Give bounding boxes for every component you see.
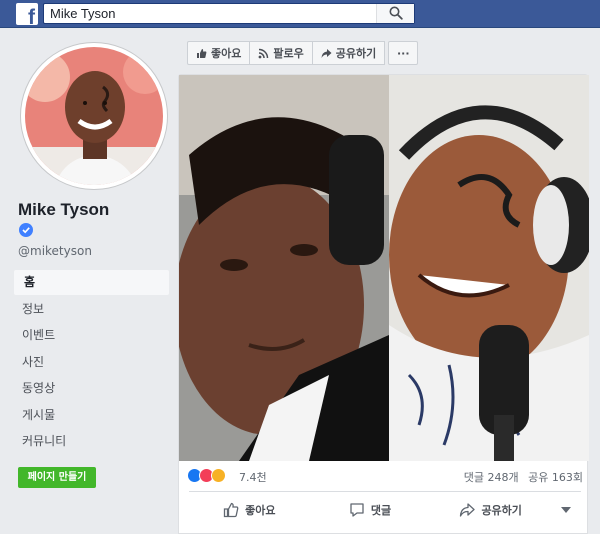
nav-item-photos[interactable]: 사진 bbox=[14, 350, 169, 375]
caret-down-icon bbox=[561, 507, 572, 513]
nav-item-home[interactable]: 홈 bbox=[14, 270, 169, 295]
follow-label: 팔로우 bbox=[273, 47, 304, 60]
thumbs-up-icon bbox=[197, 48, 207, 58]
post-action-bar: 좋아요 댓글 공유하기 bbox=[189, 495, 581, 525]
reaction-summary[interactable] bbox=[187, 468, 226, 483]
rss-icon bbox=[258, 48, 269, 58]
nav-item-videos[interactable]: 동영상 bbox=[14, 376, 169, 401]
follow-button[interactable]: 팔로우 bbox=[249, 41, 313, 65]
left-sidebar: Mike Tyson @miketyson 홈 정보 이벤트 사진 동영상 게시… bbox=[0, 28, 176, 534]
share-count[interactable]: 공유 163회 bbox=[528, 471, 583, 484]
main-column: 좋아요 팔로우 공유하기 ··· 7.4천 댓글 248개 공유 163회 좋아… bbox=[178, 28, 590, 534]
nav-item-posts[interactable]: 게시물 bbox=[14, 403, 169, 428]
post-card: 7.4천 댓글 248개 공유 163회 좋아요 댓글 공유하기 bbox=[178, 74, 589, 534]
nav-item-community[interactable]: 커뮤니티 bbox=[14, 429, 169, 454]
comment-icon bbox=[350, 503, 364, 517]
nav-item-about[interactable]: 정보 bbox=[14, 297, 169, 322]
like-page-label: 좋아요 bbox=[211, 47, 242, 60]
page-scrollbar[interactable] bbox=[592, 28, 600, 534]
share-page-label: 공유하기 bbox=[335, 47, 377, 60]
search-button[interactable] bbox=[376, 4, 414, 23]
page-nav: 홈 정보 이벤트 사진 동영상 게시물 커뮤니티 bbox=[14, 270, 169, 456]
post-share-button[interactable]: 공유하기 bbox=[430, 495, 551, 525]
page-action-bar: 좋아요 팔로우 공유하기 ··· bbox=[187, 41, 419, 65]
verified-badge-icon bbox=[19, 223, 33, 237]
post-comment-button[interactable]: 댓글 bbox=[310, 495, 431, 525]
page-username: @miketyson bbox=[18, 244, 92, 258]
post-menu-button[interactable] bbox=[551, 495, 581, 525]
post-stats: 7.4천 댓글 248개 공유 163회 bbox=[187, 467, 583, 485]
reaction-count[interactable]: 7.4천 bbox=[239, 469, 267, 485]
like-page-button[interactable]: 좋아요 bbox=[187, 41, 251, 65]
create-page-button[interactable]: 페이지 만들기 bbox=[18, 467, 96, 488]
more-options-button[interactable]: ··· bbox=[388, 41, 419, 65]
share-page-button[interactable]: 공유하기 bbox=[311, 41, 386, 65]
search-icon bbox=[389, 6, 403, 20]
thumbs-up-icon bbox=[223, 502, 239, 518]
divider bbox=[189, 491, 581, 492]
search-box[interactable]: Mike Tyson bbox=[43, 3, 415, 24]
profile-photo-image bbox=[25, 47, 163, 185]
share-arrow-icon bbox=[460, 503, 476, 517]
comment-count[interactable]: 댓글 248개 bbox=[464, 471, 519, 484]
haha-reaction-icon bbox=[211, 468, 226, 483]
search-input[interactable]: Mike Tyson bbox=[50, 6, 116, 21]
page-title: Mike Tyson bbox=[18, 200, 110, 219]
share-arrow-icon bbox=[321, 48, 332, 58]
profile-picture[interactable] bbox=[21, 43, 167, 189]
post-comment-label: 댓글 bbox=[370, 504, 392, 517]
nav-item-events[interactable]: 이벤트 bbox=[14, 323, 169, 348]
post-share-label: 공유하기 bbox=[481, 504, 522, 517]
post-like-label: 좋아요 bbox=[245, 504, 276, 517]
post-like-button[interactable]: 좋아요 bbox=[189, 495, 310, 525]
engagement-counts: 댓글 248개 공유 163회 bbox=[464, 469, 583, 485]
top-bar: f Mike Tyson bbox=[0, 0, 600, 28]
post-photo[interactable] bbox=[179, 75, 589, 461]
facebook-logo-icon[interactable]: f bbox=[16, 3, 38, 28]
post-photo-image bbox=[179, 75, 589, 461]
